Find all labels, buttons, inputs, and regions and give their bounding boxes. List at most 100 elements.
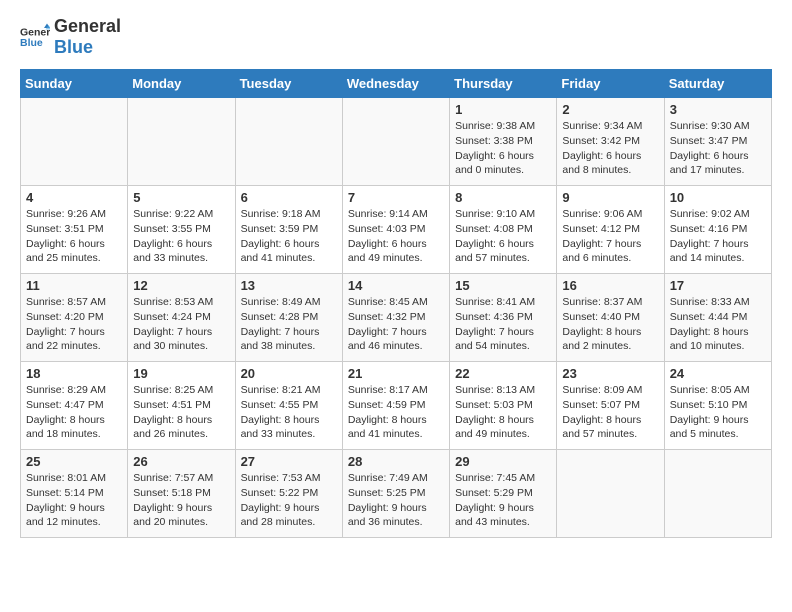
day-info: Sunrise: 9:02 AMSunset: 4:16 PMDaylight:…	[670, 207, 766, 266]
day-number: 6	[241, 190, 337, 205]
day-info: Sunrise: 8:09 AMSunset: 5:07 PMDaylight:…	[562, 383, 658, 442]
day-info: Sunrise: 8:53 AMSunset: 4:24 PMDaylight:…	[133, 295, 229, 354]
calendar-cell: 4Sunrise: 9:26 AMSunset: 3:51 PMDaylight…	[21, 186, 128, 274]
calendar-cell	[21, 98, 128, 186]
svg-text:Blue: Blue	[20, 37, 43, 49]
calendar-cell: 19Sunrise: 8:25 AMSunset: 4:51 PMDayligh…	[128, 362, 235, 450]
calendar-cell	[557, 450, 664, 538]
calendar-cell: 29 Sunrise: 7:45 AMSunset: 5:29 PMDayligh…	[450, 450, 557, 538]
day-info: Sunrise: 8:41 AMSunset: 4:36 PMDaylight:…	[455, 295, 551, 354]
day-number: 12	[133, 278, 229, 293]
day-info: Sunrise: 9:06 AMSunset: 4:12 PMDaylight:…	[562, 207, 658, 266]
day-info: Sunrise: 9:22 AMSunset: 3:55 PMDaylight:…	[133, 207, 229, 266]
calendar-cell: 24 Sunrise: 8:05 AMSunset: 5:10 PMDayligh…	[664, 362, 771, 450]
day-info: Sunrise: 8:21 AMSunset: 4:55 PMDaylight:…	[241, 383, 337, 442]
header-sunday: Sunday	[21, 70, 128, 98]
header-monday: Monday	[128, 70, 235, 98]
calendar-cell: 13 Sunrise: 8:49 AMSunset: 4:28 PMDayligh…	[235, 274, 342, 362]
day-number: 5	[133, 190, 229, 205]
calendar-cell	[128, 98, 235, 186]
calendar-table: SundayMondayTuesdayWednesdayThursdayFrid…	[20, 69, 772, 538]
calendar-cell: 1 Sunrise: 9:38 AMSunset: 3:38 PMDaylight…	[450, 98, 557, 186]
logo: General Blue General Blue	[20, 16, 121, 57]
day-info: Sunrise: 8:01 AMSunset: 5:14 PMDaylight:…	[26, 471, 122, 530]
day-info: Sunrise: 7:45 AMSunset: 5:29 PMDaylight:…	[455, 471, 551, 530]
day-number: 1	[455, 102, 551, 117]
day-number: 25	[26, 454, 122, 469]
calendar-cell: 25 Sunrise: 8:01 AMSunset: 5:14 PMDayligh…	[21, 450, 128, 538]
calendar-week-row: 25 Sunrise: 8:01 AMSunset: 5:14 PMDayligh…	[21, 450, 772, 538]
calendar-cell: 14 Sunrise: 8:45 AMSunset: 4:32 PMDayligh…	[342, 274, 449, 362]
calendar-cell: 27 Sunrise: 7:53 AMSunset: 5:22 PMDayligh…	[235, 450, 342, 538]
calendar-week-row: 4Sunrise: 9:26 AMSunset: 3:51 PMDaylight…	[21, 186, 772, 274]
calendar-cell: 12 Sunrise: 8:53 AMSunset: 4:24 PMDayligh…	[128, 274, 235, 362]
calendar-cell: 17Sunrise: 8:33 AMSunset: 4:44 PMDayligh…	[664, 274, 771, 362]
calendar-cell: 20 Sunrise: 8:21 AMSunset: 4:55 PMDayligh…	[235, 362, 342, 450]
calendar-cell: 10 Sunrise: 9:02 AMSunset: 4:16 PMDayligh…	[664, 186, 771, 274]
calendar-cell: 2 Sunrise: 9:34 AMSunset: 3:42 PMDaylight…	[557, 98, 664, 186]
day-info: Sunrise: 8:13 AMSunset: 5:03 PMDaylight:…	[455, 383, 551, 442]
day-number: 15	[455, 278, 551, 293]
day-number: 14	[348, 278, 444, 293]
day-info: Sunrise: 8:57 AMSunset: 4:20 PMDaylight:…	[26, 295, 122, 354]
day-number: 23	[562, 366, 658, 381]
day-info: Sunrise: 8:05 AMSunset: 5:10 PMDaylight:…	[670, 383, 766, 442]
page-header: General Blue General Blue	[20, 16, 772, 57]
calendar-cell: 9 Sunrise: 9:06 AMSunset: 4:12 PMDaylight…	[557, 186, 664, 274]
day-number: 27	[241, 454, 337, 469]
calendar-cell: 6 Sunrise: 9:18 AMSunset: 3:59 PMDaylight…	[235, 186, 342, 274]
calendar-cell: 16 Sunrise: 8:37 AMSunset: 4:40 PMDayligh…	[557, 274, 664, 362]
day-number: 21	[348, 366, 444, 381]
day-number: 10	[670, 190, 766, 205]
header-tuesday: Tuesday	[235, 70, 342, 98]
calendar-week-row: 18 Sunrise: 8:29 AMSunset: 4:47 PMDayligh…	[21, 362, 772, 450]
day-info: Sunrise: 8:37 AMSunset: 4:40 PMDaylight:…	[562, 295, 658, 354]
calendar-cell	[342, 98, 449, 186]
day-info: Sunrise: 9:34 AMSunset: 3:42 PMDaylight:…	[562, 119, 658, 178]
day-info: Sunrise: 7:53 AMSunset: 5:22 PMDaylight:…	[241, 471, 337, 530]
header-thursday: Thursday	[450, 70, 557, 98]
day-number: 9	[562, 190, 658, 205]
day-number: 29	[455, 454, 551, 469]
day-info: Sunrise: 9:26 AMSunset: 3:51 PMDaylight:…	[26, 207, 122, 266]
logo-icon: General Blue	[20, 22, 50, 52]
calendar-week-row: 11Sunrise: 8:57 AMSunset: 4:20 PMDayligh…	[21, 274, 772, 362]
header-saturday: Saturday	[664, 70, 771, 98]
day-info: Sunrise: 9:10 AMSunset: 4:08 PMDaylight:…	[455, 207, 551, 266]
day-number: 7	[348, 190, 444, 205]
day-number: 28	[348, 454, 444, 469]
day-info: Sunrise: 8:45 AMSunset: 4:32 PMDaylight:…	[348, 295, 444, 354]
day-number: 20	[241, 366, 337, 381]
calendar-cell: 28Sunrise: 7:49 AMSunset: 5:25 PMDayligh…	[342, 450, 449, 538]
day-info: Sunrise: 9:18 AMSunset: 3:59 PMDaylight:…	[241, 207, 337, 266]
day-info: Sunrise: 8:17 AMSunset: 4:59 PMDaylight:…	[348, 383, 444, 442]
day-number: 8	[455, 190, 551, 205]
calendar-header-row: SundayMondayTuesdayWednesdayThursdayFrid…	[21, 70, 772, 98]
day-info: Sunrise: 8:49 AMSunset: 4:28 PMDaylight:…	[241, 295, 337, 354]
calendar-cell	[235, 98, 342, 186]
day-number: 2	[562, 102, 658, 117]
header-friday: Friday	[557, 70, 664, 98]
day-number: 24	[670, 366, 766, 381]
calendar-cell: 11Sunrise: 8:57 AMSunset: 4:20 PMDayligh…	[21, 274, 128, 362]
logo-text-blue: Blue	[54, 37, 121, 58]
day-number: 26	[133, 454, 229, 469]
day-info: Sunrise: 9:38 AMSunset: 3:38 PMDaylight:…	[455, 119, 551, 178]
calendar-cell: 15 Sunrise: 8:41 AMSunset: 4:36 PMDayligh…	[450, 274, 557, 362]
logo-text-general: General	[54, 16, 121, 37]
calendar-cell: 8 Sunrise: 9:10 AMSunset: 4:08 PMDaylight…	[450, 186, 557, 274]
day-number: 13	[241, 278, 337, 293]
header-wednesday: Wednesday	[342, 70, 449, 98]
day-info: Sunrise: 8:29 AMSunset: 4:47 PMDaylight:…	[26, 383, 122, 442]
calendar-week-row: 1 Sunrise: 9:38 AMSunset: 3:38 PMDaylight…	[21, 98, 772, 186]
day-number: 16	[562, 278, 658, 293]
day-info: Sunrise: 8:33 AMSunset: 4:44 PMDaylight:…	[670, 295, 766, 354]
day-number: 18	[26, 366, 122, 381]
day-info: Sunrise: 9:14 AMSunset: 4:03 PMDaylight:…	[348, 207, 444, 266]
calendar-cell: 26Sunrise: 7:57 AMSunset: 5:18 PMDayligh…	[128, 450, 235, 538]
calendar-cell: 22Sunrise: 8:13 AMSunset: 5:03 PMDayligh…	[450, 362, 557, 450]
calendar-cell: 23 Sunrise: 8:09 AMSunset: 5:07 PMDayligh…	[557, 362, 664, 450]
calendar-cell: 21 Sunrise: 8:17 AMSunset: 4:59 PMDayligh…	[342, 362, 449, 450]
calendar-cell: 7 Sunrise: 9:14 AMSunset: 4:03 PMDaylight…	[342, 186, 449, 274]
calendar-cell: 18 Sunrise: 8:29 AMSunset: 4:47 PMDayligh…	[21, 362, 128, 450]
